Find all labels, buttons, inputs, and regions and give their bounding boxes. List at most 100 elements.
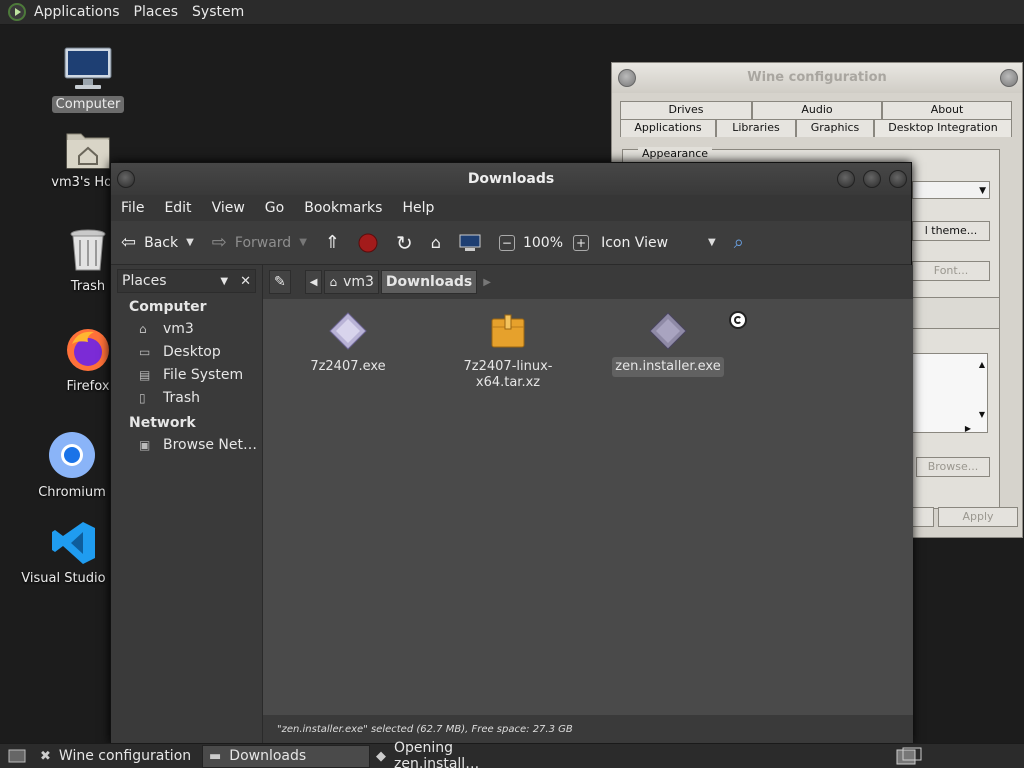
chevron-down-icon[interactable]: ▼	[220, 276, 228, 287]
close-icon[interactable]	[1000, 69, 1018, 87]
sidebar-item-trash[interactable]: ▯ Trash	[111, 386, 262, 409]
fm-titlebar[interactable]: Downloads	[111, 163, 911, 195]
file-item[interactable]: 7z2407-linux-x64.tar.xz	[433, 311, 583, 393]
close-sidebar-icon[interactable]: ✕	[240, 274, 251, 289]
toggle-location-entry-icon[interactable]: ✎	[269, 270, 291, 294]
back-arrow-icon: ⇦	[121, 232, 137, 253]
window-title: Wine configuration	[747, 70, 887, 85]
menu-view[interactable]: View	[212, 200, 245, 216]
font-button[interactable]: Font...	[912, 261, 990, 281]
search-icon[interactable]: ⌕	[734, 232, 744, 253]
scroll-down-icon[interactable]: ▼	[979, 406, 985, 424]
task-wine-configuration[interactable]: ✖ Wine configuration	[34, 745, 202, 768]
tab-applications[interactable]: Applications	[620, 119, 716, 137]
home-icon[interactable]: ⌂	[431, 233, 441, 252]
main-menu-logo-icon[interactable]	[8, 3, 26, 21]
task-downloads[interactable]: ▬ Downloads	[202, 744, 370, 768]
breadcrumb-label: vm3	[343, 274, 374, 290]
menu-file[interactable]: File	[121, 200, 144, 216]
tab-audio[interactable]: Audio	[752, 101, 882, 119]
maximize-icon[interactable]	[863, 170, 881, 188]
tab-graphics[interactable]: Graphics	[796, 119, 874, 137]
group-appearance-label: Appearance	[638, 147, 713, 160]
sidebar-type-select[interactable]: Places	[122, 273, 167, 289]
menu-bookmarks[interactable]: Bookmarks	[304, 200, 382, 216]
sidebar-item-desktop[interactable]: ▭ Desktop	[111, 340, 262, 363]
desktop-icon-computer[interactable]: Computer	[38, 46, 138, 113]
sidebar-item-label: Trash	[163, 389, 200, 406]
window-menu-icon[interactable]	[117, 170, 135, 188]
ok-button-partial[interactable]	[912, 507, 934, 527]
zoom-out-icon[interactable]: −	[498, 234, 515, 251]
menu-edit[interactable]: Edit	[164, 200, 191, 216]
file-item[interactable]: 7z2407.exe	[273, 311, 423, 377]
stop-icon[interactable]	[358, 233, 378, 253]
sidebar-item-filesystem[interactable]: ▤ File System	[111, 363, 262, 386]
file-manager-window: Downloads File Edit View Go Bookmarks He…	[110, 162, 913, 744]
status-bar: "zen.installer.exe" selected (62.7 MB), …	[263, 715, 913, 744]
tab-about[interactable]: About	[882, 101, 1012, 119]
zoom-control: − 100% +	[498, 234, 590, 251]
sidebar-item-label: Desktop	[163, 343, 221, 360]
zoom-in-icon[interactable]: +	[573, 234, 590, 251]
taskbar: ✖ Wine configuration ▬ Downloads ◆ Openi…	[0, 740, 1024, 768]
view-mode-select[interactable]: Icon View ▼	[601, 235, 716, 251]
places-menu[interactable]: Places	[134, 4, 179, 20]
computer-icon	[64, 47, 112, 89]
tab-drives[interactable]: Drives	[620, 101, 752, 119]
scroll-up-icon[interactable]: ▲	[979, 356, 985, 374]
breadcrumb-vm3[interactable]: ⌂ vm3	[324, 270, 379, 294]
folder-list[interactable]: ▲ ▼ ▶	[912, 353, 988, 433]
breadcrumb-downloads[interactable]: Downloads	[380, 270, 478, 294]
sidebar-item-label: Browse Net…	[163, 436, 258, 453]
back-button[interactable]: ⇦ Back ▼	[121, 232, 194, 253]
task-opening-zen-installer[interactable]: ◆ Opening zen.install…	[370, 740, 538, 768]
wine-tabs: Drives Audio About Applications Librarie…	[620, 101, 1016, 137]
install-theme-button[interactable]: l theme...	[912, 221, 990, 241]
up-icon[interactable]: ⇑	[325, 232, 340, 253]
reload-icon[interactable]: ↻	[396, 231, 413, 255]
trash-icon: ▯	[139, 390, 146, 405]
path-scroll-right-icon[interactable]: ▶	[483, 277, 491, 288]
file-name: 7z2407-linux-x64.tar.xz	[463, 359, 553, 390]
scroll-right-icon[interactable]: ▶	[965, 420, 971, 438]
file-view[interactable]: 7z2407.exe 7z2407-linux-x64.tar.xz zen.i…	[263, 299, 913, 715]
tab-desktop-integration[interactable]: Desktop Integration	[874, 119, 1012, 137]
path-scroll-left-icon[interactable]: ◀	[304, 270, 323, 294]
exe-icon: ◆	[376, 748, 386, 764]
task-label: Opening zen.install…	[394, 740, 480, 768]
desktop-icon-vscode[interactable]: Visual Studio Co	[21, 520, 127, 587]
home-folder-icon: ⌂	[139, 321, 147, 336]
wine-titlebar[interactable]: Wine configuration	[612, 63, 1022, 93]
chevron-down-icon[interactable]: ▼	[186, 237, 194, 248]
workspace-switcher-icon[interactable]	[890, 745, 928, 768]
forward-button[interactable]: ⇨ Forward ▼	[212, 232, 307, 253]
exe-icon	[649, 312, 687, 350]
theme-select[interactable]: ▼	[912, 181, 990, 199]
browse-button[interactable]: Browse...	[916, 457, 990, 477]
chevron-down-icon: ▼	[979, 186, 986, 196]
sidebar-section-computer: Computer	[129, 299, 207, 315]
window-menu-icon[interactable]	[618, 69, 636, 87]
sidebar-item-browse-network[interactable]: ▣ Browse Net…	[111, 433, 262, 456]
tab-libraries[interactable]: Libraries	[716, 119, 796, 137]
apply-button[interactable]: Apply	[938, 507, 1018, 527]
folder-icon: ▬	[209, 748, 222, 764]
desktop-label: Firefox	[66, 379, 110, 394]
busy-cursor-icon	[729, 311, 747, 329]
show-desktop-icon[interactable]	[0, 745, 34, 768]
file-name: 7z2407.exe	[310, 359, 386, 374]
desktop-icon-chromium[interactable]: Chromium	[22, 430, 122, 501]
computer-icon[interactable]	[459, 234, 481, 252]
minimize-icon[interactable]	[837, 170, 855, 188]
task-label: Wine configuration	[58, 748, 192, 764]
system-menu[interactable]: System	[192, 4, 244, 20]
menu-go[interactable]: Go	[265, 200, 284, 216]
chevron-down-icon[interactable]: ▼	[299, 237, 307, 248]
tools-icon: ✖	[40, 748, 51, 764]
applications-menu[interactable]: Applications	[34, 4, 120, 20]
close-icon[interactable]	[889, 170, 907, 188]
file-item-selected[interactable]: zen.installer.exe	[593, 311, 743, 377]
menu-help[interactable]: Help	[402, 200, 434, 216]
sidebar-item-vm3[interactable]: ⌂ vm3	[111, 317, 262, 340]
